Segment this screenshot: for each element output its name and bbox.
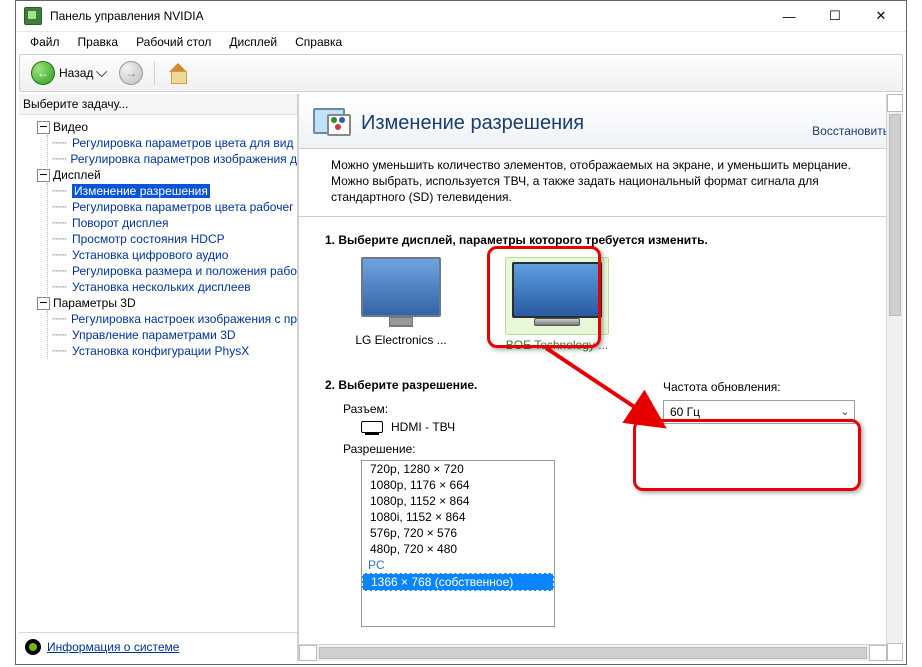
menu-file[interactable]: Файл bbox=[22, 34, 68, 50]
display-label: BOE Technology ... bbox=[497, 338, 617, 352]
list-item[interactable]: 1080i, 1152 × 864 bbox=[362, 509, 554, 525]
menu-help[interactable]: Справка bbox=[287, 34, 350, 50]
list-item-selected[interactable]: 1366 × 768 (собственное) bbox=[362, 573, 554, 591]
home-icon bbox=[167, 63, 189, 83]
maximize-button[interactable]: ☐ bbox=[812, 2, 858, 30]
forward-arrow-icon: → bbox=[119, 61, 143, 85]
tree-category-video[interactable]: Видео bbox=[53, 120, 88, 134]
refresh-rate-select[interactable]: 60 Гц ⌄ bbox=[663, 400, 855, 424]
collapse-icon[interactable] bbox=[37, 297, 50, 310]
tree-item-change-resolution: ┈┈Изменение разрешения bbox=[52, 183, 297, 199]
back-button[interactable]: ← Назад bbox=[26, 58, 112, 88]
titlebar: Панель управления NVIDIA — ☐ ✕ bbox=[16, 1, 906, 32]
menu-edit[interactable]: Правка bbox=[70, 34, 127, 50]
tree-category-display[interactable]: Дисплей bbox=[53, 168, 101, 182]
forward-button[interactable]: → bbox=[116, 58, 146, 88]
monitor-icon bbox=[361, 257, 441, 317]
section1-title: 1. Выберите дисплей, параметры которого … bbox=[325, 233, 893, 247]
display-item-lg[interactable]: LG Electronics ... bbox=[341, 257, 461, 352]
tree-item-resize-position: ┈┈Регулировка размера и положения рабо bbox=[52, 263, 297, 279]
minimize-button[interactable]: — bbox=[766, 2, 812, 30]
tree: Видео ┈┈Регулировка параметров цвета для… bbox=[19, 115, 297, 632]
list-item[interactable]: 1080p, 1176 × 664 bbox=[362, 477, 554, 493]
collapse-icon[interactable] bbox=[37, 169, 50, 182]
list-item[interactable]: 576p, 720 × 576 bbox=[362, 525, 554, 541]
resolution-list-label: Разрешение: bbox=[343, 442, 893, 456]
close-button[interactable]: ✕ bbox=[858, 2, 904, 30]
chevron-down-icon: ⌄ bbox=[836, 401, 854, 423]
refresh-rate-label: Частота обновления: bbox=[663, 380, 855, 394]
tree-item-desktop-color: ┈┈Регулировка параметров цвета рабочег bbox=[52, 199, 297, 215]
tree-item-video-color: ┈┈Регулировка параметров цвета для вид bbox=[52, 135, 297, 151]
tree-item-hdcp: ┈┈Просмотр состояния HDCP bbox=[52, 231, 297, 247]
toolbar-separator bbox=[154, 61, 155, 85]
resolution-list[interactable]: 720p, 1280 × 720 1080p, 1176 × 664 1080p… bbox=[361, 460, 555, 627]
hdmi-icon bbox=[361, 421, 383, 433]
collapse-icon[interactable] bbox=[37, 121, 50, 134]
list-item[interactable]: 1080p, 1152 × 864 bbox=[362, 493, 554, 509]
home-button[interactable] bbox=[163, 58, 193, 88]
horizontal-scrollbar[interactable] bbox=[299, 644, 887, 661]
back-label: Назад bbox=[59, 66, 93, 80]
list-item[interactable]: 720p, 1280 × 720 bbox=[362, 461, 554, 477]
list-header-pc: PC bbox=[362, 557, 554, 573]
menu-desktop[interactable]: Рабочий стол bbox=[128, 34, 219, 50]
window-frame: Панель управления NVIDIA — ☐ ✕ Файл Прав… bbox=[15, 0, 907, 665]
page-title: Изменение разрешения bbox=[361, 112, 812, 135]
system-info-link[interactable]: Информация о системе bbox=[47, 640, 179, 654]
restore-defaults-link[interactable]: Восстановить bbox=[812, 124, 889, 138]
window-title: Панель управления NVIDIA bbox=[50, 9, 766, 23]
content-scroll: 1. Выберите дисплей, параметры которого … bbox=[299, 217, 903, 661]
resolution-icon bbox=[313, 106, 349, 140]
tree-item-video-image: ┈┈Регулировка параметров изображения д bbox=[52, 151, 297, 167]
tree-item-physx: ┈┈Установка конфигурации PhysX bbox=[52, 343, 297, 359]
tree-item-3d-manage: ┈┈Управление параметрами 3D bbox=[52, 327, 297, 343]
tree-item-multi-display: ┈┈Установка нескольких дисплеев bbox=[52, 279, 297, 295]
system-info-link-row: Информация о системе bbox=[19, 632, 297, 661]
back-arrow-icon: ← bbox=[31, 61, 55, 85]
back-history-dropdown-icon[interactable] bbox=[96, 66, 107, 77]
refresh-rate-value: 60 Гц bbox=[664, 405, 836, 419]
menu-display[interactable]: Дисплей bbox=[221, 34, 285, 50]
tree-item-3d-image: ┈┈Регулировка настроек изображения с пр bbox=[52, 311, 297, 327]
connector-value: HDMI - ТВЧ bbox=[391, 420, 455, 434]
monitor-icon bbox=[512, 262, 602, 318]
display-item-boe[interactable]: BOE Technology ... bbox=[497, 257, 617, 352]
tree-category-3d[interactable]: Параметры 3D bbox=[53, 296, 136, 310]
nvidia-icon bbox=[25, 639, 41, 655]
list-item[interactable]: 480p, 720 × 480 bbox=[362, 541, 554, 557]
display-label: LG Electronics ... bbox=[341, 333, 461, 347]
content-pane: Изменение разрешения Восстановить Можно … bbox=[298, 94, 903, 661]
tree-item-rotate: ┈┈Поворот дисплея bbox=[52, 215, 297, 231]
tree-item-digital-audio: ┈┈Установка цифрового аудио bbox=[52, 247, 297, 263]
page-description: Можно уменьшить количество элементов, от… bbox=[299, 149, 903, 217]
toolbar: ← Назад → bbox=[19, 54, 903, 92]
menubar: Файл Правка Рабочий стол Дисплей Справка bbox=[16, 32, 906, 52]
display-chooser: LG Electronics ... BOE Technology ... bbox=[325, 257, 893, 352]
vertical-scrollbar[interactable] bbox=[886, 94, 903, 661]
task-sidebar-title: Выберите задачу... bbox=[19, 94, 297, 115]
page-header: Изменение разрешения Восстановить bbox=[299, 94, 903, 149]
nvidia-app-icon bbox=[24, 7, 42, 25]
task-sidebar: Выберите задачу... Видео ┈┈Регулировка п… bbox=[19, 94, 298, 661]
